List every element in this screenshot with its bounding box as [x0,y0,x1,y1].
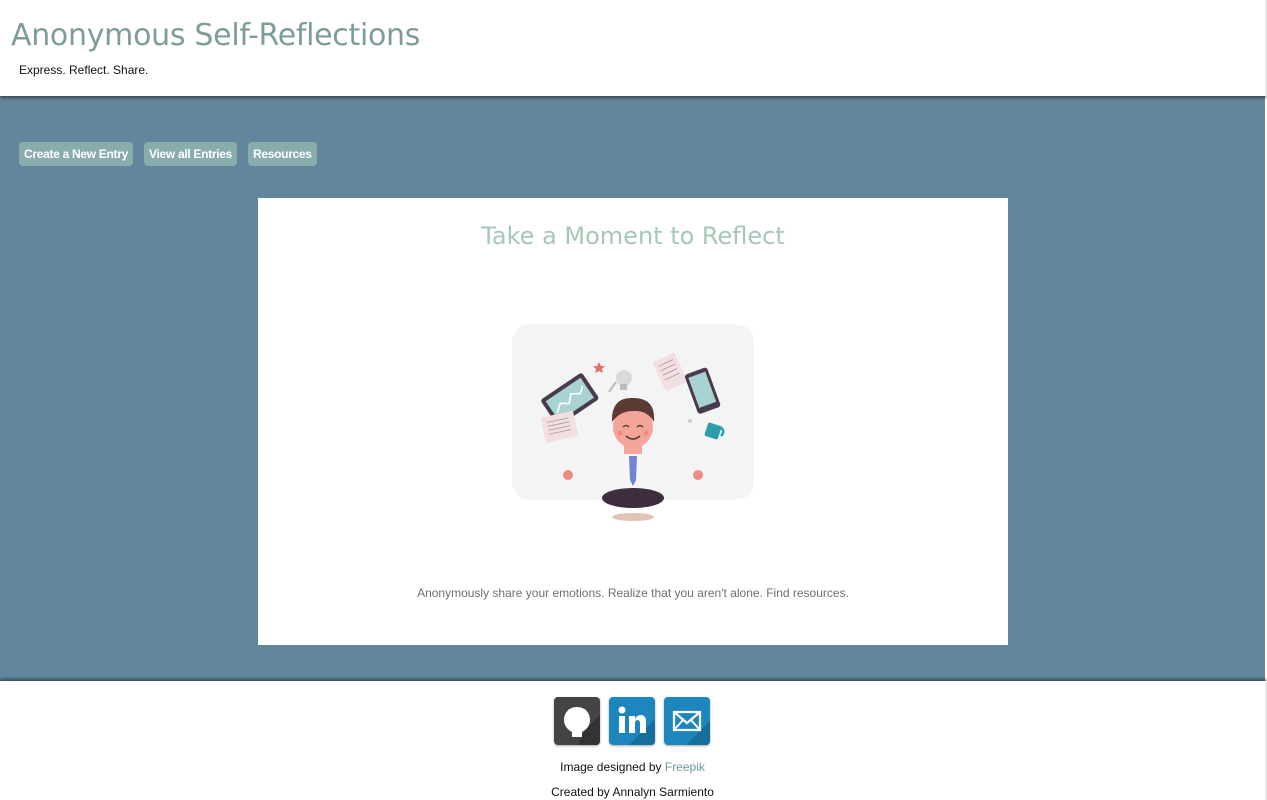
card-title: Take a Moment to Reflect [481,222,785,250]
create-entry-button[interactable]: Create a New Entry [19,142,133,166]
meditating-businessman-illustration [512,324,754,524]
site-footer: Image designed by Freepik Created by Ann… [0,681,1267,800]
social-links [554,697,710,745]
github-icon[interactable] [554,697,600,745]
image-credit-text: Image designed by [560,760,665,774]
linkedin-icon[interactable] [609,697,655,745]
main-content: Create a New Entry View all Entries Reso… [0,96,1265,681]
author-credit: Created by Annalyn Sarmiento [551,785,714,799]
view-entries-button[interactable]: View all Entries [143,142,238,166]
card-description: Anonymously share your emotions. Realize… [417,586,849,600]
main-nav: Create a New Entry View all Entries Reso… [19,142,317,166]
mail-icon[interactable] [664,697,710,745]
image-credit: Image designed by Freepik [0,760,1265,774]
freepik-link[interactable]: Freepik [665,760,705,774]
site-title: Anonymous Self-Reflections [11,18,421,53]
resources-button[interactable]: Resources [248,142,317,166]
site-header: Anonymous Self-Reflections Express. Refl… [0,0,1267,96]
site-tagline: Express. Reflect. Share. [19,63,149,77]
intro-card: Take a Moment to Reflect Anonymously sha… [258,198,1008,645]
